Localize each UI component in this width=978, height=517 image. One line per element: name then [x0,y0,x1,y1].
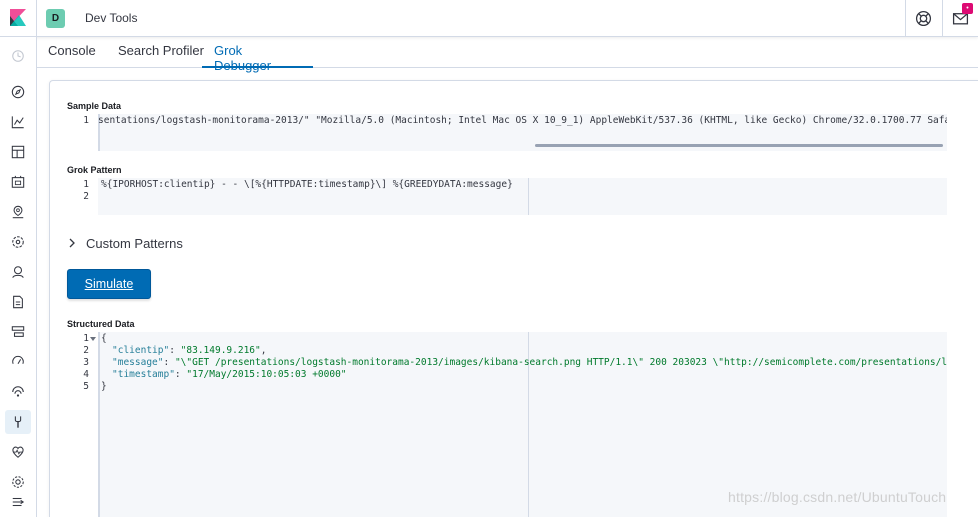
structured-data-label: Structured Data [67,319,135,329]
canvas-icon[interactable] [10,174,26,190]
json-key: "timestamp" [112,369,175,380]
code-line: %{IPORHOST:clientip} - - \[%{HTTPDATE:ti… [101,179,513,190]
kibana-logo-icon[interactable] [9,9,27,27]
space-avatar[interactable]: D [46,9,65,28]
line-number: 4 [83,369,89,380]
clock-icon[interactable] [10,48,26,64]
line-number: 1 [83,179,89,190]
watermark: https://blog.csdn.net/UbuntuTouch [728,489,947,505]
maps-icon[interactable] [10,204,26,220]
json-key: "message" [112,357,164,368]
json-value: "17/May/2015:10:05:03 +0000" [186,369,347,380]
sample-data-label: Sample Data [67,101,122,111]
line-number: 5 [83,381,89,392]
grok-pattern-label: Grok Pattern [67,165,122,175]
app-title: Dev Tools [85,11,138,25]
gear-icon[interactable] [10,474,26,490]
json-key: "clientip" [112,345,170,356]
visualize-icon[interactable] [10,114,26,130]
print-margin [528,178,529,215]
grok-pattern-editor[interactable]: 1 2 %{IPORHOST:clientip} - - \[%{HTTPDAT… [67,178,947,215]
custom-patterns-toggle[interactable]: Custom Patterns [67,234,207,252]
ml-icon[interactable] [10,234,26,250]
fold-arrow-icon[interactable] [90,336,96,342]
notification-badge: • [962,3,973,14]
apm-icon[interactable] [10,324,26,340]
chevron-right-icon [69,238,75,248]
header-bar: D Dev Tools • [0,0,978,37]
header-divider [905,0,906,37]
compass-icon[interactable] [10,84,26,100]
custom-patterns-label: Custom Patterns [86,235,183,251]
editor-gutter: 1 [67,114,98,151]
json-comma: , [260,345,267,356]
line-number: 2 [83,345,89,356]
tab-console[interactable]: Console [48,43,96,68]
code-line: { [101,333,107,344]
logs-icon[interactable] [10,294,26,310]
line-number: 2 [83,191,89,202]
devtools-icon[interactable] [10,414,26,430]
header-divider [36,0,37,37]
dashboard-icon[interactable] [10,144,26,160]
monitoring-icon[interactable] [10,444,26,460]
json-separator: : [174,369,187,380]
code-line: "clientip": "83.149.9.216", [112,345,266,356]
line-number: 1 [83,333,89,344]
code-line: "message": "\"GET /presentations/logstas… [112,357,947,368]
simulate-button[interactable]: Simulate [67,269,151,299]
horizontal-scrollbar[interactable] [535,144,943,147]
editor-gutter: 1 2 [67,178,98,215]
sample-data-editor[interactable]: 1 sentations/logstash-monitorama-2013/" … [67,114,947,151]
siem-icon[interactable] [10,384,26,400]
json-value: "83.149.9.216" [180,345,261,356]
code-line: "timestamp": "17/May/2015:10:05:03 +0000… [112,369,347,380]
help-icon[interactable] [915,10,932,27]
json-separator: : [169,345,181,356]
collapse-icon[interactable] [10,494,26,510]
json-value: "\"GET /presentations/logstash-monitoram… [174,357,947,368]
devtools-tabs: Console Search Profiler Grok Debugger [37,37,978,73]
infra-icon[interactable] [10,264,26,280]
tab-grok-debugger[interactable]: Grok Debugger [202,43,313,73]
header-divider [942,0,943,37]
side-nav [0,37,37,517]
uptime-icon[interactable] [10,354,26,370]
code-line: sentations/logstash-monitorama-2013/" "M… [98,115,947,126]
tab-search-profiler[interactable]: Search Profiler [118,43,204,68]
editor-gutter: 1 2 3 4 5 [67,332,98,517]
json-separator: : [163,357,175,368]
line-number: 1 [83,115,89,126]
code-line: } [101,381,107,392]
gutter-edge [98,332,100,517]
line-number: 3 [83,357,89,368]
